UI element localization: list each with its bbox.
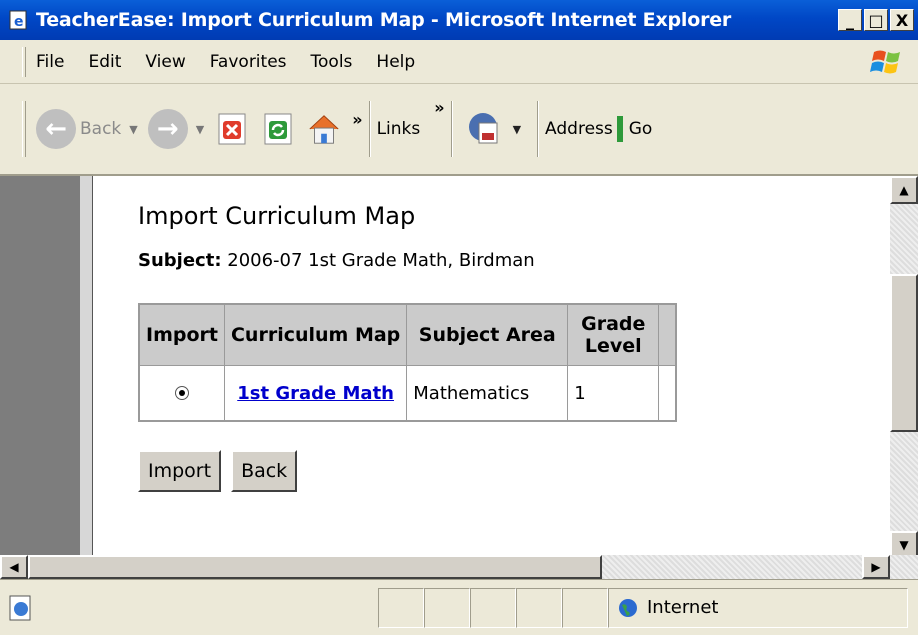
column-header-grade-level: Grade Level (568, 305, 659, 365)
extra-cell (659, 366, 676, 420)
menu-edit[interactable]: Edit (88, 52, 121, 72)
column-header-subject-area: Subject Area (407, 305, 568, 365)
browser-window: e TeacherEase: Import Curriculum Map - M… (0, 0, 918, 635)
security-zone-label: Internet (647, 597, 719, 618)
subject-area-cell: Mathematics (407, 366, 568, 420)
menu-tools[interactable]: Tools (311, 52, 353, 72)
back-dropdown-icon[interactable]: ▼ (129, 123, 137, 136)
go-arrow-icon[interactable] (616, 116, 623, 142)
status-panel (470, 587, 516, 628)
import-cell (140, 366, 224, 420)
minimize-button[interactable]: _ (838, 9, 862, 31)
curriculum-map-cell: 1st Grade Math (224, 366, 407, 420)
import-button[interactable]: Import (138, 450, 222, 492)
window-title: TeacherEase: Import Curriculum Map - Mic… (36, 9, 732, 31)
menu-favorites[interactable]: Favorites (210, 52, 287, 72)
curriculum-map-link[interactable]: 1st Grade Math (237, 383, 394, 404)
svg-text:e: e (14, 14, 24, 30)
status-panel (378, 587, 424, 628)
windows-logo-icon (870, 50, 900, 74)
page-title: Import Curriculum Map (138, 202, 416, 230)
links-button[interactable]: Links (377, 119, 421, 139)
toolbar-overflow-chevron[interactable]: » (352, 110, 362, 129)
subject-value: 2006-07 1st Grade Math, Birdman (227, 250, 535, 271)
menu-file[interactable]: File (36, 52, 64, 72)
page-status-icon (9, 595, 31, 620)
ie-page-icon: e (6, 7, 32, 33)
back-button[interactable]: ← Back ▼ (36, 104, 138, 154)
table-header-row: Import Curriculum Map Subject Area Grade… (140, 305, 676, 365)
forward-dropdown-icon[interactable]: ▼ (196, 123, 204, 136)
column-header-import: Import (140, 305, 224, 365)
menu-help[interactable]: Help (376, 52, 415, 72)
horizontal-scrollbar[interactable]: ◀ ▶ (0, 555, 918, 579)
back-arrow-icon: ← (36, 109, 76, 149)
zone-panel: Internet (608, 587, 908, 628)
curriculum-map-table: Import Curriculum Map Subject Area Grade… (138, 303, 678, 422)
maximize-button[interactable]: □ (864, 9, 888, 31)
title-bar[interactable]: e TeacherEase: Import Curriculum Map - M… (0, 0, 918, 40)
grade-level-cell: 1 (568, 366, 659, 420)
action-buttons: Import Back (138, 450, 890, 492)
home-icon (309, 115, 339, 144)
back-label: Back (80, 119, 122, 139)
toolbar-separator (537, 101, 540, 157)
subject-label: Subject: (138, 250, 222, 271)
status-panel (424, 587, 470, 628)
page-content: Import Curriculum Map Subject: 2006-07 1… (94, 176, 890, 559)
vertical-scroll-thumb[interactable] (890, 274, 918, 432)
import-radio[interactable] (174, 386, 189, 400)
pdf-button[interactable]: ▼ (465, 104, 521, 154)
address-label: Address (545, 119, 613, 139)
vertical-scrollbar[interactable]: ▲ ▼ (890, 176, 918, 559)
scroll-right-arrow-icon[interactable]: ▶ (862, 555, 890, 579)
column-header-curriculum-map: Curriculum Map (224, 305, 407, 365)
standard-toolbar: ← Back ▼ → ▼ » Links » ▼ Address Go (0, 84, 918, 176)
menu-bar: File Edit View Favorites Tools Help (0, 40, 918, 84)
left-frame-border (80, 176, 93, 559)
scroll-left-arrow-icon[interactable]: ◀ (0, 555, 28, 579)
home-button[interactable] (306, 111, 342, 147)
page-viewport: Import Curriculum Map Subject: 2006-07 1… (0, 176, 918, 579)
status-panel (516, 587, 562, 628)
status-panel (562, 587, 608, 628)
close-button[interactable]: X (890, 9, 914, 31)
status-panel (36, 588, 378, 628)
column-header-extra (659, 305, 676, 365)
left-frame-band (0, 176, 80, 559)
forward-button[interactable]: → ▼ (147, 104, 204, 154)
back-page-button[interactable]: Back (231, 450, 298, 492)
forward-arrow-icon: → (147, 109, 188, 149)
refresh-button[interactable] (260, 111, 296, 147)
go-button[interactable]: Go (629, 119, 653, 139)
toolbar-grip[interactable] (22, 101, 26, 157)
stop-icon (218, 113, 246, 145)
menu-view[interactable]: View (145, 52, 185, 72)
subject-line: Subject: 2006-07 1st Grade Math, Birdman (138, 250, 890, 271)
refresh-icon (264, 113, 292, 145)
horizontal-scroll-thumb[interactable] (28, 555, 602, 579)
table-row: 1st Grade Math Mathematics 1 (140, 366, 676, 420)
internet-globe-icon (619, 598, 637, 617)
stop-button[interactable] (214, 111, 250, 147)
pdf-dropdown-icon[interactable]: ▼ (513, 123, 521, 136)
scroll-up-arrow-icon[interactable]: ▲ (890, 176, 918, 204)
pdf-globe-icon (468, 113, 498, 144)
links-overflow-chevron[interactable]: » (434, 98, 444, 117)
status-bar: Internet (0, 579, 918, 635)
menu-grip[interactable] (22, 46, 26, 77)
toolbar-separator (368, 101, 371, 157)
toolbar-separator (450, 101, 453, 157)
